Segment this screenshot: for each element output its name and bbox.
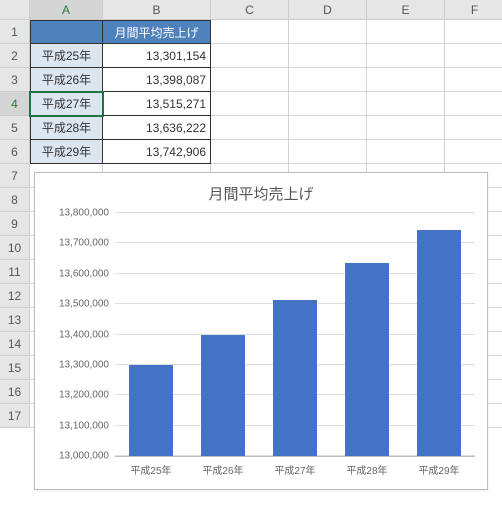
chart-bar[interactable] xyxy=(417,230,460,456)
cell-F2[interactable] xyxy=(445,44,502,68)
column-header-A[interactable]: A xyxy=(30,0,103,20)
cell-B4[interactable]: 13,515,271 xyxy=(103,92,211,116)
cell-B2[interactable]: 13,301,154 xyxy=(103,44,211,68)
cell-E5[interactable] xyxy=(367,116,445,140)
row-header-15[interactable]: 15 xyxy=(0,356,30,380)
row-header-9[interactable]: 9 xyxy=(0,212,30,236)
cell-C2[interactable] xyxy=(211,44,289,68)
cell-A3[interactable]: 平成26年 xyxy=(30,68,103,92)
chart-x-tick-label: 平成29年 xyxy=(403,456,475,477)
chart-bar-slot: 平成28年 xyxy=(331,213,403,456)
cell-E1[interactable] xyxy=(367,20,445,44)
cell-B5[interactable]: 13,636,222 xyxy=(103,116,211,140)
cell-D5[interactable] xyxy=(289,116,367,140)
chart-x-tick-label: 平成27年 xyxy=(259,456,331,477)
cell-C5[interactable] xyxy=(211,116,289,140)
embedded-chart[interactable]: 月間平均売上げ 13,000,00013,100,00013,200,00013… xyxy=(34,172,488,490)
row-header-10[interactable]: 10 xyxy=(0,236,30,260)
cell-A6[interactable]: 平成29年 xyxy=(30,140,103,164)
cell-B3[interactable]: 13,398,087 xyxy=(103,68,211,92)
cell-C3[interactable] xyxy=(211,68,289,92)
cell-D3[interactable] xyxy=(289,68,367,92)
cell-D2[interactable] xyxy=(289,44,367,68)
row-header-5[interactable]: 5 xyxy=(0,116,30,140)
spreadsheet: ABCDEF 1月間平均売上げ2平成25年13,301,1543平成26年13,… xyxy=(0,0,502,508)
chart-y-tick-label: 13,600,000 xyxy=(41,268,109,279)
column-headers: ABCDEF xyxy=(0,0,502,20)
row-header-12[interactable]: 12 xyxy=(0,284,30,308)
chart-bar[interactable] xyxy=(129,365,172,456)
column-header-D[interactable]: D xyxy=(289,0,367,20)
row-header-7[interactable]: 7 xyxy=(0,164,30,188)
cell-F1[interactable] xyxy=(445,20,502,44)
chart-plot-area: 13,000,00013,100,00013,200,00013,300,000… xyxy=(115,213,475,457)
chart-x-tick-label: 平成26年 xyxy=(187,456,259,477)
column-header-B[interactable]: B xyxy=(103,0,211,20)
cell-C6[interactable] xyxy=(211,140,289,164)
chart-y-tick-label: 13,000,000 xyxy=(41,451,109,462)
row-header-14[interactable]: 14 xyxy=(0,332,30,356)
row-header-6[interactable]: 6 xyxy=(0,140,30,164)
cell-F5[interactable] xyxy=(445,116,502,140)
chart-bar-slot: 平成29年 xyxy=(403,213,475,456)
cell-E6[interactable] xyxy=(367,140,445,164)
cell-F4[interactable] xyxy=(445,92,502,116)
row-header-1[interactable]: 1 xyxy=(0,20,30,44)
row-header-4[interactable]: 4 xyxy=(0,92,30,116)
chart-bars: 平成25年平成26年平成27年平成28年平成29年 xyxy=(115,213,475,456)
cell-A4[interactable]: 平成27年 xyxy=(30,92,103,116)
cell-C4[interactable] xyxy=(211,92,289,116)
chart-y-tick-label: 13,500,000 xyxy=(41,299,109,310)
chart-y-tick-label: 13,400,000 xyxy=(41,329,109,340)
row-header-2[interactable]: 2 xyxy=(0,44,30,68)
cell-B6[interactable]: 13,742,906 xyxy=(103,140,211,164)
cell-C1[interactable] xyxy=(211,20,289,44)
chart-y-tick-label: 13,300,000 xyxy=(41,359,109,370)
column-header-F[interactable]: F xyxy=(445,0,502,20)
cell-B1[interactable]: 月間平均売上げ xyxy=(103,20,211,44)
chart-bar[interactable] xyxy=(201,335,244,456)
chart-x-tick-label: 平成28年 xyxy=(331,456,403,477)
cell-D6[interactable] xyxy=(289,140,367,164)
chart-title: 月間平均売上げ xyxy=(35,173,487,210)
chart-y-tick-label: 13,200,000 xyxy=(41,390,109,401)
chart-bar-slot: 平成25年 xyxy=(115,213,187,456)
cell-E4[interactable] xyxy=(367,92,445,116)
chart-x-tick-label: 平成25年 xyxy=(115,456,187,477)
row-header-8[interactable]: 8 xyxy=(0,188,30,212)
chart-bar-slot: 平成27年 xyxy=(259,213,331,456)
row-header-3[interactable]: 3 xyxy=(0,68,30,92)
chart-bar-slot: 平成26年 xyxy=(187,213,259,456)
cell-E2[interactable] xyxy=(367,44,445,68)
row-header-17[interactable]: 17 xyxy=(0,404,30,428)
column-header-E[interactable]: E xyxy=(367,0,445,20)
cell-D1[interactable] xyxy=(289,20,367,44)
row-header-13[interactable]: 13 xyxy=(0,308,30,332)
chart-y-tick-label: 13,800,000 xyxy=(41,208,109,219)
chart-bar[interactable] xyxy=(273,300,316,457)
cell-F6[interactable] xyxy=(445,140,502,164)
select-all-corner[interactable] xyxy=(0,0,30,20)
chart-y-tick-label: 13,700,000 xyxy=(41,238,109,249)
chart-bar[interactable] xyxy=(345,263,388,456)
row-header-16[interactable]: 16 xyxy=(0,380,30,404)
row-header-11[interactable]: 11 xyxy=(0,260,30,284)
column-header-C[interactable]: C xyxy=(211,0,289,20)
cell-A1[interactable] xyxy=(30,20,103,44)
cell-F3[interactable] xyxy=(445,68,502,92)
cell-E3[interactable] xyxy=(367,68,445,92)
chart-y-tick-label: 13,100,000 xyxy=(41,420,109,431)
cell-A2[interactable]: 平成25年 xyxy=(30,44,103,68)
cell-A5[interactable]: 平成28年 xyxy=(30,116,103,140)
cell-D4[interactable] xyxy=(289,92,367,116)
